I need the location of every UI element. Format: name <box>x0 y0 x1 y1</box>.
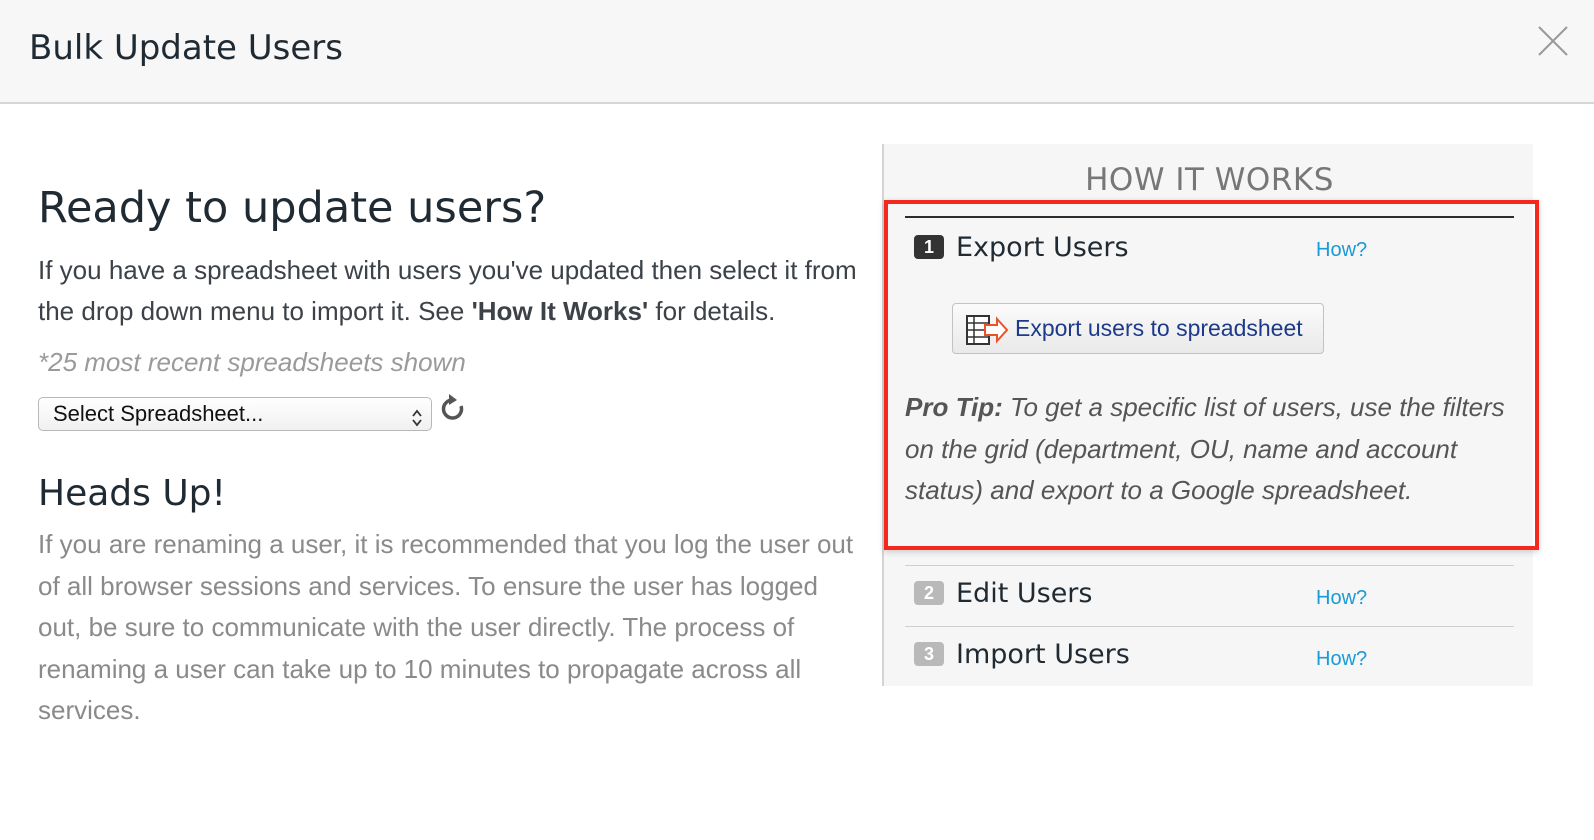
heads-up-heading: Heads Up! <box>38 473 226 514</box>
export-users-button-label: Export users to spreadsheet <box>1015 315 1303 341</box>
refresh-icon[interactable] <box>440 394 466 424</box>
intro-text-bold: 'How It Works' <box>471 296 649 326</box>
divider <box>905 565 1514 566</box>
how-it-works-panel: HOW IT WORKS 1 Export Users How? Export … <box>882 144 1533 686</box>
step-label: Edit Users <box>956 578 1093 609</box>
export-how-link[interactable]: How? <box>1316 239 1367 262</box>
step-number-badge: 1 <box>914 235 944 259</box>
spreadsheet-select[interactable]: Select Spreadsheet... <box>38 397 432 431</box>
edit-how-link[interactable]: How? <box>1316 587 1367 610</box>
intro-text-part2: for details. <box>648 296 776 326</box>
export-users-button[interactable]: Export users to spreadsheet <box>952 303 1324 354</box>
close-icon[interactable] <box>1536 24 1570 58</box>
step-label: Import Users <box>956 639 1130 670</box>
chevron-up-down-icon <box>411 405 423 427</box>
step-number-badge: 3 <box>914 642 944 666</box>
page-heading: Ready to update users? <box>38 183 547 233</box>
import-how-link[interactable]: How? <box>1316 648 1367 671</box>
intro-text: If you have a spreadsheet with users you… <box>38 250 868 332</box>
pro-tip-label: Pro Tip: <box>905 392 1003 422</box>
main-content: Ready to update users? If you have a spr… <box>38 180 868 732</box>
divider <box>905 216 1514 218</box>
spreadsheet-export-icon <box>965 313 1009 347</box>
step-number-badge: 2 <box>914 581 944 605</box>
how-it-works-title: HOW IT WORKS <box>1085 162 1334 198</box>
spreadsheet-select-value: Select Spreadsheet... <box>53 401 264 426</box>
recent-spreadsheets-note: *25 most recent spreadsheets shown <box>38 347 466 377</box>
divider <box>905 626 1514 627</box>
dialog-header: Bulk Update Users <box>0 0 1594 104</box>
dialog-title: Bulk Update Users <box>29 28 343 68</box>
heads-up-text: If you are renaming a user, it is recomm… <box>38 529 854 725</box>
pro-tip: Pro Tip: To get a specific list of users… <box>905 387 1505 512</box>
step-label: Export Users <box>956 232 1129 263</box>
spreadsheet-select-row: Select Spreadsheet... <box>38 394 868 434</box>
